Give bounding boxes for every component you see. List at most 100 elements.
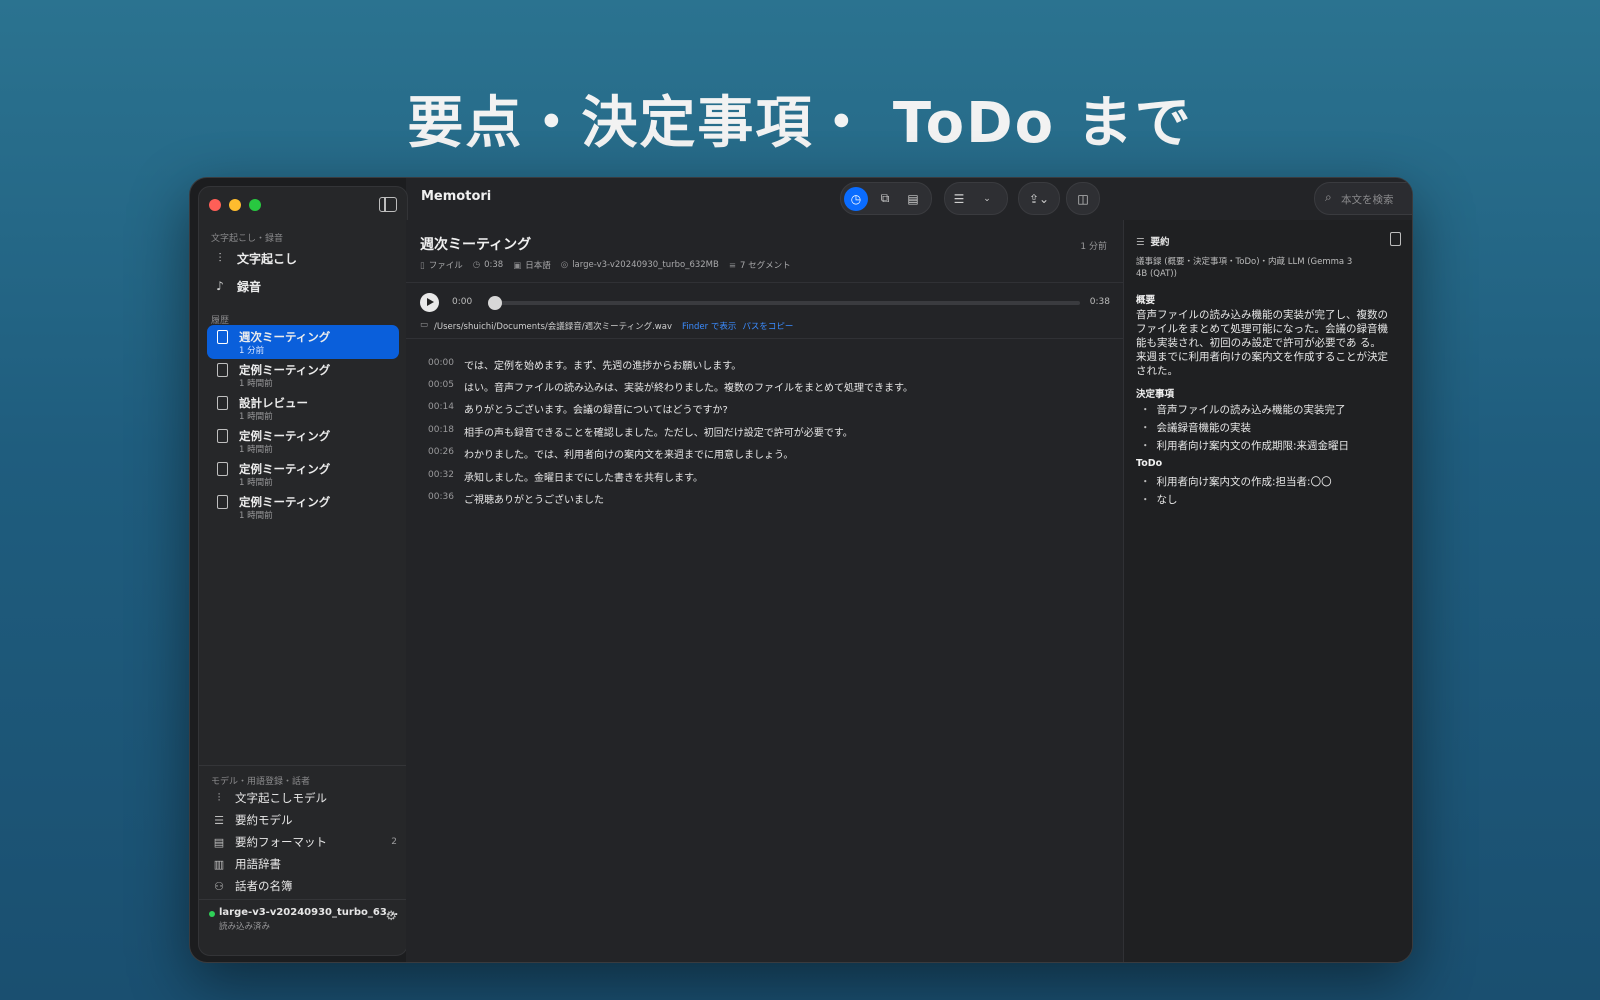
chevron-down-icon[interactable]: ⌄	[973, 185, 1001, 213]
app-title: Memotori	[421, 189, 492, 204]
document-icon	[217, 363, 228, 377]
decision-item: 会議録音機能の実装	[1140, 420, 1252, 435]
people-icon: ⚇	[214, 879, 224, 893]
sidebar-item-record[interactable]: ♪ 録音	[211, 273, 397, 299]
document-icon	[217, 429, 228, 443]
transcript-segment[interactable]: 00:32 承知しました。金曜日までにした書きを共有します。	[428, 469, 1108, 489]
share-button[interactable]: ⇪⌄	[1019, 185, 1059, 213]
show-in-finder-link[interactable]: Finder で表示	[682, 320, 736, 332]
summary-format-button[interactable]: ☰	[945, 185, 973, 213]
file-path: /Users/shuichi/Documents/会議録音/週次ミーティング.w…	[434, 322, 672, 332]
transcript-segment[interactable]: 00:26 わかりました。では、利用者向けの案内文を来週までに用意しましょう。	[428, 446, 1108, 466]
meta-segments: ≡ 7 セグメント	[728, 261, 791, 271]
transcript-segment[interactable]: 00:36 ご視聴ありがとうございました	[428, 491, 1108, 511]
summary-heading: ☰ 要約	[1136, 237, 1170, 248]
history-item-time: 1 時間前	[239, 478, 273, 488]
sidebar: 文字起こし・録音 ⫶ 文字起こし ♪ 録音 履歴 週次ミーティング 1 分前 定…	[198, 186, 408, 956]
copy-icon[interactable]	[1390, 232, 1401, 246]
sidebar-item-glossary[interactable]: ▥ 用語辞書	[211, 853, 397, 875]
sidebar-item-transcribe[interactable]: ⫶ 文字起こし	[211, 245, 397, 271]
history-item[interactable]: 設計レビュー 1 時間前	[207, 391, 399, 425]
sidebar-item-label: 録音	[237, 279, 262, 294]
history-item-time: 1 時間前	[239, 445, 273, 455]
history-item-time: 1 時間前	[239, 379, 273, 389]
hero-title: 要点・決定事項・ ToDo まで	[407, 91, 1193, 156]
sidebar-toggle-icon[interactable]	[379, 197, 397, 212]
language-icon: ▣	[513, 261, 522, 271]
seek-handle[interactable]	[488, 296, 502, 310]
document-icon	[217, 462, 228, 476]
document-view-button[interactable]: ▤	[899, 185, 927, 213]
timestamp-view-button[interactable]: ◷	[844, 186, 868, 211]
history-item-title: 定例ミーティング	[239, 462, 331, 476]
history-item[interactable]: 定例ミーティング 1 時間前	[207, 424, 399, 458]
current-time: 0:00	[452, 297, 473, 307]
sidebar-item-summary-model[interactable]: ☰ 要約モデル	[211, 809, 397, 831]
document-icon	[217, 495, 228, 509]
search-field[interactable]: ⌕ 本文を検索	[1314, 182, 1412, 215]
divider	[406, 338, 1123, 339]
history-item[interactable]: 定例ミーティング 1 時間前	[207, 358, 399, 392]
sidebar-item-transcribe-model[interactable]: ⫶ 文字起こしモデル	[211, 787, 397, 809]
segment-timestamp[interactable]: 00:32	[428, 469, 464, 489]
transcript-segment[interactable]: 00:18 相手の声も録音できることを確認しました。ただし、初回だけ設定で許可が必…	[428, 424, 1108, 444]
play-button[interactable]	[420, 293, 439, 312]
zoom-window-button[interactable]	[249, 199, 261, 211]
segment-text: ご視聴ありがとうございました	[464, 495, 604, 506]
sidebar-item-speakers[interactable]: ⚇ 話者の名簿	[211, 875, 397, 897]
format-list-icon: ▤	[213, 835, 225, 849]
minimize-window-button[interactable]	[229, 199, 241, 211]
sidebar-divider	[199, 899, 407, 900]
total-time: 0:38	[1089, 297, 1110, 307]
audio-player: 0:00 0:38	[420, 293, 1110, 313]
decision-item: 音声ファイルの読み込み機能の実装完了	[1140, 402, 1346, 417]
book-icon: ▥	[213, 857, 225, 871]
file-path-row: ▭ /Users/shuichi/Documents/会議録音/週次ミーティング…	[420, 320, 793, 332]
segment-text: 承知しました。金曜日までにした書きを共有します。	[464, 473, 703, 484]
view-mode-group: ◷ ⧉ ▤	[840, 182, 932, 215]
transcript-segment[interactable]: 00:00 では、定例を始めます。まず、先週の進捗からお願いします。	[428, 357, 1108, 377]
segment-timestamp[interactable]: 00:26	[428, 446, 464, 466]
segment-timestamp[interactable]: 00:05	[428, 379, 464, 399]
sidebar-item-label: 要約モデル	[235, 813, 293, 827]
seek-track[interactable]	[490, 301, 1080, 305]
share-group: ⇪⌄	[1018, 182, 1060, 215]
todo-item: なし	[1140, 492, 1178, 507]
inspector-toggle-button[interactable]: ◫	[1067, 185, 1099, 213]
history-item-title: 定例ミーティング	[239, 495, 331, 509]
transcript-segment[interactable]: 00:14 ありがとうございます。会議の録音についてはどうですか?	[428, 401, 1108, 421]
decisions-heading: 決定事項	[1136, 389, 1175, 400]
segment-timestamp[interactable]: 00:18	[428, 424, 464, 444]
segment-text: はい。音声ファイルの読み込みは、実装が終わりました。複数のファイルをまとめて処理…	[464, 383, 913, 394]
document-icon	[217, 330, 228, 344]
history-item[interactable]: 週次ミーティング 1 分前	[207, 325, 399, 359]
history-item[interactable]: 定例ミーティング 1 時間前	[207, 490, 399, 524]
sidebar-item-label: 文字起こしモデル	[235, 791, 327, 805]
updated-time: 1 分前	[1080, 242, 1107, 252]
divider	[406, 282, 1123, 283]
sidebar-item-label: 話者の名簿	[235, 879, 293, 893]
segment-timestamp[interactable]: 00:00	[428, 357, 464, 377]
segment-timestamp[interactable]: 00:36	[428, 491, 464, 511]
transcript-pane: 週次ミーティング 1 分前 ▯ ファイル ◷ 0:38 ▣ 日本語 ◎ large-v3…	[406, 220, 1123, 962]
toolbar: Memotori ◷ ⧉ ▤ ☰ ⌄ ⇪⌄ ◫ ⌕ 本文を検索	[406, 178, 1412, 221]
segment-timestamp[interactable]: 00:14	[428, 401, 464, 421]
close-window-button[interactable]	[209, 199, 221, 211]
gear-icon[interactable]: ⚙	[385, 909, 397, 924]
copy-path-link[interactable]: パスをコピー	[742, 320, 793, 332]
history-item-title: 定例ミーティング	[239, 429, 331, 443]
todo-item: 利用者向け案内文の作成:担当者:〇〇	[1140, 474, 1332, 489]
overview-text: 音声ファイルの読み込み機能の実装が完了し、複数のファイルをまとめて処理可能になっ…	[1136, 309, 1388, 377]
history-item-title: 週次ミーティング	[239, 330, 331, 344]
waveform-icon: ⫶	[217, 791, 221, 804]
history-item[interactable]: 定例ミーティング 1 時間前	[207, 457, 399, 491]
count-badge: 2	[391, 837, 397, 847]
folder-icon: ▭	[420, 320, 429, 330]
decision-item: 利用者向け案内文の作成期限:来週金曜日	[1140, 438, 1350, 453]
segment-text: ありがとうございます。会議の録音についてはどうですか?	[464, 405, 728, 416]
transcript-segment[interactable]: 00:05 はい。音声ファイルの読み込みは、実装が終わりました。複数のファイルをま…	[428, 379, 1108, 399]
copy-view-button[interactable]: ⧉	[871, 185, 899, 213]
model-name: large-v3-v20240930_turbo_63...	[219, 907, 399, 918]
sidebar-item-summary-format[interactable]: ▤ 要約フォーマット 2	[211, 831, 397, 853]
status-dot	[209, 911, 215, 917]
